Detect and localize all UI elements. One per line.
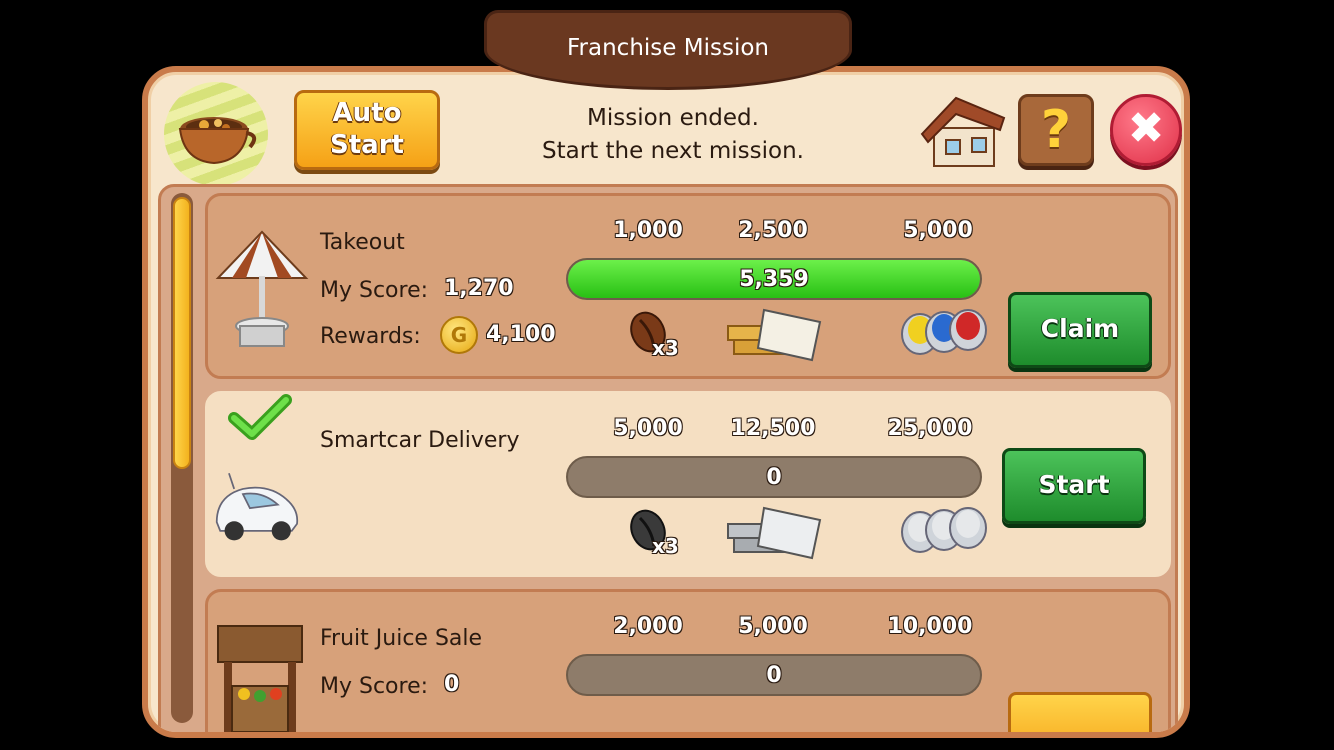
help-button[interactable]: ? xyxy=(1018,94,1094,166)
mission-card-takeout: Takeout My Score: 1,270 Rewards: G 4,100… xyxy=(205,193,1171,379)
question-mark-icon: ? xyxy=(1040,100,1072,160)
multiplier-label: x3 xyxy=(652,336,679,360)
tier-3-threshold: 10,000 xyxy=(887,614,973,639)
tier-1-threshold: 1,000 xyxy=(613,218,683,243)
franchise-mission-panel: Auto Start Mission ended. Start the next… xyxy=(142,66,1190,738)
auto-start-label-line2: Start xyxy=(330,130,404,160)
paint-cans-icon xyxy=(901,507,987,553)
progress-bar: 0 xyxy=(566,654,982,696)
scrollbar-thumb[interactable] xyxy=(173,197,191,469)
house-icon xyxy=(920,96,1006,167)
mission-name: Smartcar Delivery xyxy=(320,428,520,453)
paint-cans-icon xyxy=(901,309,987,355)
rewards-label: Rewards: xyxy=(320,324,421,349)
close-icon: ✖ xyxy=(1127,103,1165,154)
mission-action-button[interactable] xyxy=(1008,692,1152,732)
score-label: My Score: xyxy=(320,278,429,303)
auto-start-label-line1: Auto xyxy=(332,98,402,128)
mission-name: Takeout xyxy=(320,230,405,255)
multiplier-label: x3 xyxy=(652,534,679,558)
progress-value: 0 xyxy=(766,465,782,490)
mission-name: Fruit Juice Sale xyxy=(320,626,483,651)
lumber-and-blueprint-icon xyxy=(727,308,822,362)
progress-bar: 0 xyxy=(566,456,982,498)
umbrella-table-icon xyxy=(215,230,309,347)
checkmark-icon xyxy=(228,394,292,440)
score-value: 0 xyxy=(444,672,460,697)
progress-bar: 5,359 xyxy=(566,258,982,300)
score-label: My Score: xyxy=(320,674,429,699)
tier-1-threshold: 5,000 xyxy=(613,416,683,441)
progress-value: 0 xyxy=(766,663,782,688)
mission-status-message: Mission ended. Start the next mission. xyxy=(508,102,838,168)
status-line-1: Mission ended. xyxy=(587,105,759,131)
soup-bowl-icon xyxy=(164,82,268,186)
rewards-value: 4,100 xyxy=(486,322,556,347)
franchise-house-button[interactable] xyxy=(916,88,1008,172)
smartcar-icon xyxy=(215,472,299,541)
tier-2-threshold: 12,500 xyxy=(730,416,816,441)
window-title: Franchise Mission xyxy=(567,35,769,61)
mission-list[interactable]: Takeout My Score: 1,270 Rewards: G 4,100… xyxy=(158,184,1178,732)
auto-start-button[interactable]: Auto Start xyxy=(294,90,440,170)
claim-button[interactable]: Claim xyxy=(1008,292,1152,368)
progress-value: 5,359 xyxy=(739,267,809,292)
title-banner: Franchise Mission xyxy=(484,10,852,90)
close-button[interactable]: ✖ xyxy=(1110,94,1182,166)
juice-stand-icon xyxy=(217,625,303,732)
tier-2-threshold: 5,000 xyxy=(738,614,808,639)
tier-3-threshold: 5,000 xyxy=(903,218,973,243)
gold-coin-icon: G xyxy=(440,316,478,354)
score-value: 1,270 xyxy=(444,276,514,301)
lumber-and-blueprint-icon xyxy=(727,506,822,560)
mission-card-smartcar-delivery: Smartcar Delivery 5,000 12,500 25,000 0 … xyxy=(205,391,1171,577)
scrollbar[interactable] xyxy=(171,193,193,723)
start-button[interactable]: Start xyxy=(1002,448,1146,524)
mission-card-fruit-juice-sale: Fruit Juice Sale My Score: 0 2,000 5,000… xyxy=(205,589,1171,732)
status-line-2: Start the next mission. xyxy=(542,138,804,164)
tier-3-threshold: 25,000 xyxy=(887,416,973,441)
tier-1-threshold: 2,000 xyxy=(613,614,683,639)
tier-2-threshold: 2,500 xyxy=(738,218,808,243)
